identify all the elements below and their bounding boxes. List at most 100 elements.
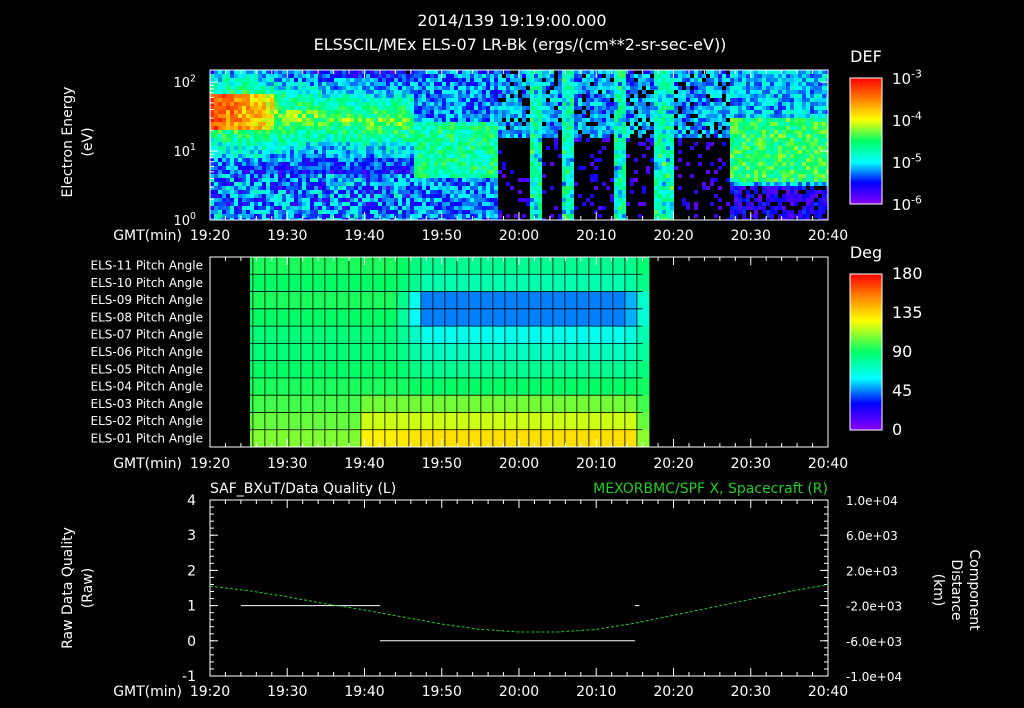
spectrogram-cell <box>214 118 218 122</box>
spectrogram-cell <box>702 118 706 122</box>
spectrogram-cell <box>750 102 754 106</box>
spectrogram-cell <box>390 142 394 146</box>
spectrogram-cell <box>450 122 454 126</box>
spectrogram-cell <box>530 190 534 194</box>
spectrogram-cell <box>710 90 714 94</box>
spectrogram-cell <box>214 146 218 150</box>
spectrogram-cell <box>758 198 762 202</box>
spectrogram-cell <box>470 130 474 134</box>
spectrogram-cell <box>630 118 634 122</box>
spectrogram-cell <box>782 82 786 86</box>
spectrogram-cell <box>734 210 738 214</box>
spectrogram-cell <box>238 146 242 150</box>
spectrogram-cell <box>442 94 446 98</box>
spectrogram-cell <box>286 202 290 206</box>
spectrogram-cell <box>546 86 550 90</box>
spectrogram-cell <box>342 114 346 118</box>
spectrogram-cell <box>462 74 466 78</box>
spectrogram-cell <box>450 158 454 162</box>
spectrogram-cell <box>770 154 774 158</box>
spectrogram-cell <box>418 206 422 210</box>
spectrogram-cell <box>334 198 338 202</box>
spectrogram-cell <box>790 110 794 114</box>
spectrogram-cell <box>490 178 494 182</box>
spectrogram-cell <box>446 86 450 90</box>
spectrogram-cell <box>358 182 362 186</box>
spectrogram-cell <box>534 206 538 210</box>
spectrogram-cell <box>354 122 358 126</box>
spectrogram-cell <box>294 118 298 122</box>
spectrogram-cell <box>422 150 426 154</box>
spectrogram-cell <box>310 86 314 90</box>
spectrogram-cell <box>446 70 450 74</box>
spectrogram-cell <box>418 98 422 102</box>
spectrogram-cell <box>538 182 542 186</box>
spectrogram-cell <box>666 86 670 90</box>
spectrogram-cell <box>602 94 606 98</box>
spectrogram-cell <box>598 82 602 86</box>
spectrogram-cell <box>786 198 790 202</box>
spectrogram-cell <box>670 114 674 118</box>
spectrogram-cell <box>270 130 274 134</box>
spectrogram-cell <box>486 202 490 206</box>
spectrogram-cell <box>806 106 810 110</box>
spectrogram-cell <box>610 82 614 86</box>
spectrogram-cell <box>354 198 358 202</box>
spectrogram-cell <box>562 150 566 154</box>
spectrogram-cell <box>254 170 258 174</box>
spectrogram-cell <box>370 158 374 162</box>
spectrogram-cell <box>438 178 442 182</box>
spectrogram-cell <box>250 78 254 82</box>
spectrogram-cell <box>534 122 538 126</box>
spectrogram-cell <box>238 106 242 110</box>
spectrogram-cell <box>522 82 526 86</box>
spectrogram-cell <box>322 122 326 126</box>
spectrogram-cell <box>526 126 530 130</box>
spectrogram-cell <box>786 210 790 214</box>
spectrogram-cell <box>498 90 502 94</box>
spectrogram-cell <box>310 110 314 114</box>
spectrogram-cell <box>254 206 258 210</box>
spectrogram-cell <box>294 190 298 194</box>
spectrogram-cell <box>326 126 330 130</box>
spectrogram-cell <box>634 114 638 118</box>
spectrogram-cell <box>506 82 510 86</box>
spectrogram-cell <box>442 110 446 114</box>
spectrogram-cell <box>614 198 618 202</box>
spectrogram-cell <box>658 150 662 154</box>
spectrogram-cell <box>306 142 310 146</box>
spectrogram-cell <box>454 170 458 174</box>
spectrogram-cell <box>458 206 462 210</box>
spectrogram-cell <box>726 74 730 78</box>
spectrogram-cell <box>790 70 794 74</box>
spectrogram-cell <box>318 130 322 134</box>
spectrogram-cell <box>342 198 346 202</box>
spectrogram-cell <box>734 138 738 142</box>
spectrogram-cell <box>494 86 498 90</box>
spectrogram-cell <box>722 82 726 86</box>
spectrogram-cell <box>494 174 498 178</box>
spectrogram-cell <box>606 98 610 102</box>
spectrogram-cell <box>458 86 462 90</box>
spectrogram-cell <box>678 98 682 102</box>
spectrogram-cell <box>622 210 626 214</box>
spectrogram-cell <box>350 206 354 210</box>
spectrogram-cell <box>454 86 458 90</box>
spectrogram-cell <box>254 186 258 190</box>
spectrogram-cell <box>506 78 510 82</box>
spectrogram-cell <box>494 166 498 170</box>
spectrogram-cell <box>434 130 438 134</box>
spectrogram-cell <box>242 186 246 190</box>
spectrogram-cell <box>566 114 570 118</box>
spectrogram-cell <box>782 70 786 74</box>
spectrogram-cell <box>278 210 282 214</box>
spectrogram-cell <box>486 94 490 98</box>
spectrogram-cell <box>762 150 766 154</box>
spectrogram-cell <box>230 210 234 214</box>
spectrogram-cell <box>230 142 234 146</box>
spectrogram-cell <box>630 130 634 134</box>
spectrogram-cell <box>818 158 822 162</box>
spectrogram-cell <box>810 82 814 86</box>
spectrogram-cell <box>622 170 626 174</box>
spectrogram-cell <box>530 198 534 202</box>
